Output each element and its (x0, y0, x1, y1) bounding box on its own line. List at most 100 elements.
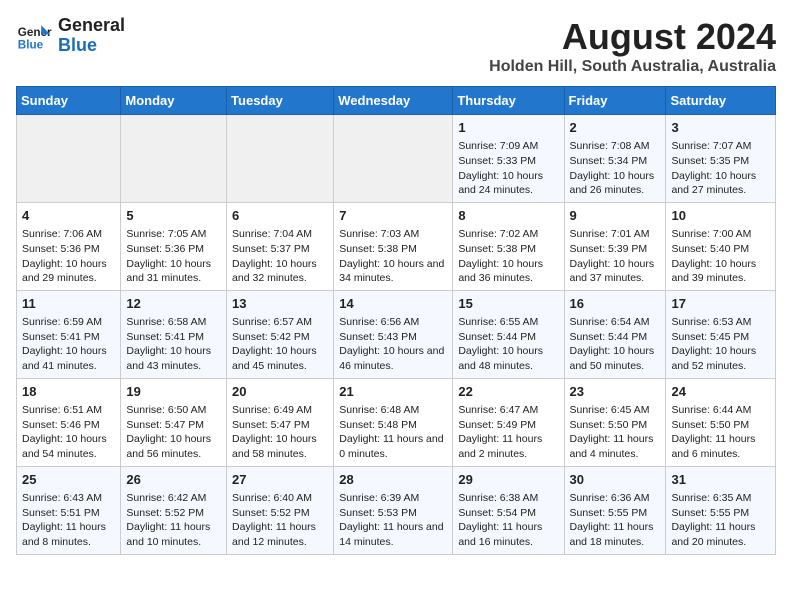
calendar-cell: 16Sunrise: 6:54 AMSunset: 5:44 PMDayligh… (564, 290, 666, 378)
day-number: 31 (671, 471, 770, 489)
header-thursday: Thursday (453, 87, 564, 115)
day-info: Sunrise: 7:09 AMSunset: 5:33 PMDaylight:… (458, 139, 558, 198)
day-number: 11 (22, 295, 115, 313)
day-info: Sunrise: 6:53 AMSunset: 5:45 PMDaylight:… (671, 315, 770, 374)
svg-text:Blue: Blue (18, 38, 44, 51)
calendar-cell: 30 Sunrise: 6:36 AMSunset: 5:55 PMDayligh… (564, 466, 666, 554)
day-info: Sunrise: 6:35 AMSunset: 5:55 PMDaylight:… (671, 491, 770, 550)
calendar-cell: 10 Sunrise: 7:00 AMSunset: 5:40 PMDayligh… (666, 202, 776, 290)
day-number: 21 (339, 383, 447, 401)
calendar-cell: 12Sunrise: 6:58 AMSunset: 5:41 PMDayligh… (121, 290, 227, 378)
calendar-cell: 20Sunrise: 6:49 AMSunset: 5:47 PMDayligh… (227, 378, 334, 466)
day-info: Sunrise: 6:36 AMSunset: 5:55 PMDaylight:… (570, 491, 661, 550)
day-number: 17 (671, 295, 770, 313)
calendar-cell: 22Sunrise: 6:47 AMSunset: 5:49 PMDayligh… (453, 378, 564, 466)
day-number: 3 (671, 119, 770, 137)
day-info: Sunrise: 7:04 AMSunset: 5:37 PMDaylight:… (232, 227, 328, 286)
day-info: Sunrise: 7:01 AMSunset: 5:39 PMDaylight:… (570, 227, 661, 286)
main-title: August 2024 (489, 16, 776, 58)
day-number: 23 (570, 383, 661, 401)
logo-icon: General Blue (16, 18, 52, 54)
day-info: Sunrise: 7:02 AMSunset: 5:38 PMDaylight:… (458, 227, 558, 286)
day-info: Sunrise: 6:39 AMSunset: 5:53 PMDaylight:… (339, 491, 447, 550)
day-info: Sunrise: 6:54 AMSunset: 5:44 PMDaylight:… (570, 315, 661, 374)
calendar-cell: 24 Sunrise: 6:44 AMSunset: 5:50 PMDayligh… (666, 378, 776, 466)
calendar-week-row: 11Sunrise: 6:59 AMSunset: 5:41 PMDayligh… (17, 290, 776, 378)
header-monday: Monday (121, 87, 227, 115)
day-number: 1 (458, 119, 558, 137)
calendar-cell: 17 Sunrise: 6:53 AMSunset: 5:45 PMDayligh… (666, 290, 776, 378)
calendar-cell: 9Sunrise: 7:01 AMSunset: 5:39 PMDaylight… (564, 202, 666, 290)
day-number: 8 (458, 207, 558, 225)
day-info: Sunrise: 6:51 AMSunset: 5:46 PMDaylight:… (22, 403, 115, 462)
calendar-header-row: Sunday Monday Tuesday Wednesday Thursday… (17, 87, 776, 115)
day-info: Sunrise: 7:06 AMSunset: 5:36 PMDaylight:… (22, 227, 115, 286)
day-info: Sunrise: 7:00 AMSunset: 5:40 PMDaylight:… (671, 227, 770, 286)
calendar-week-row: 4 Sunrise: 7:06 AMSunset: 5:36 PMDaylight… (17, 202, 776, 290)
calendar-cell: 5Sunrise: 7:05 AMSunset: 5:36 PMDaylight… (121, 202, 227, 290)
calendar-cell: 1 Sunrise: 7:09 AMSunset: 5:33 PMDaylight… (453, 115, 564, 203)
day-number: 18 (22, 383, 115, 401)
calendar-cell (121, 115, 227, 203)
calendar-cell: 29 Sunrise: 6:38 AMSunset: 5:54 PMDayligh… (453, 466, 564, 554)
calendar-cell: 7 Sunrise: 7:03 AMSunset: 5:38 PMDaylight… (334, 202, 453, 290)
day-number: 10 (671, 207, 770, 225)
day-info: Sunrise: 6:44 AMSunset: 5:50 PMDaylight:… (671, 403, 770, 462)
day-info: Sunrise: 6:58 AMSunset: 5:41 PMDaylight:… (126, 315, 221, 374)
day-number: 19 (126, 383, 221, 401)
day-number: 29 (458, 471, 558, 489)
day-info: Sunrise: 6:40 AMSunset: 5:52 PMDaylight:… (232, 491, 328, 550)
day-number: 6 (232, 207, 328, 225)
day-number: 14 (339, 295, 447, 313)
logo-text: General Blue (58, 16, 125, 56)
day-info: Sunrise: 6:56 AMSunset: 5:43 PMDaylight:… (339, 315, 447, 374)
calendar-cell: 19 Sunrise: 6:50 AMSunset: 5:47 PMDayligh… (121, 378, 227, 466)
calendar-table: Sunday Monday Tuesday Wednesday Thursday… (16, 86, 776, 555)
day-info: Sunrise: 6:47 AMSunset: 5:49 PMDaylight:… (458, 403, 558, 462)
calendar-cell: 27 Sunrise: 6:40 AMSunset: 5:52 PMDayligh… (227, 466, 334, 554)
calendar-cell: 8 Sunrise: 7:02 AMSunset: 5:38 PMDaylight… (453, 202, 564, 290)
header-friday: Friday (564, 87, 666, 115)
header-saturday: Saturday (666, 87, 776, 115)
day-info: Sunrise: 6:45 AMSunset: 5:50 PMDaylight:… (570, 403, 661, 462)
header-tuesday: Tuesday (227, 87, 334, 115)
day-info: Sunrise: 6:50 AMSunset: 5:47 PMDaylight:… (126, 403, 221, 462)
day-number: 15 (458, 295, 558, 313)
day-number: 4 (22, 207, 115, 225)
calendar-cell: 21 Sunrise: 6:48 AMSunset: 5:48 PMDayligh… (334, 378, 453, 466)
day-info: Sunrise: 6:42 AMSunset: 5:52 PMDaylight:… (126, 491, 221, 550)
calendar-week-row: 25 Sunrise: 6:43 AMSunset: 5:51 PMDayligh… (17, 466, 776, 554)
calendar-cell: 4 Sunrise: 7:06 AMSunset: 5:36 PMDaylight… (17, 202, 121, 290)
calendar-cell: 18 Sunrise: 6:51 AMSunset: 5:46 PMDayligh… (17, 378, 121, 466)
day-info: Sunrise: 6:38 AMSunset: 5:54 PMDaylight:… (458, 491, 558, 550)
day-number: 24 (671, 383, 770, 401)
calendar-cell: 11Sunrise: 6:59 AMSunset: 5:41 PMDayligh… (17, 290, 121, 378)
day-number: 7 (339, 207, 447, 225)
calendar-cell: 15 Sunrise: 6:55 AMSunset: 5:44 PMDayligh… (453, 290, 564, 378)
page-header: General Blue General Blue August 2024 Ho… (16, 16, 776, 76)
calendar-cell (334, 115, 453, 203)
day-info: Sunrise: 6:49 AMSunset: 5:47 PMDaylight:… (232, 403, 328, 462)
day-number: 28 (339, 471, 447, 489)
day-info: Sunrise: 6:48 AMSunset: 5:48 PMDaylight:… (339, 403, 447, 462)
calendar-cell: 25 Sunrise: 6:43 AMSunset: 5:51 PMDayligh… (17, 466, 121, 554)
day-number: 25 (22, 471, 115, 489)
day-number: 27 (232, 471, 328, 489)
day-number: 30 (570, 471, 661, 489)
calendar-cell: 14 Sunrise: 6:56 AMSunset: 5:43 PMDayligh… (334, 290, 453, 378)
day-number: 13 (232, 295, 328, 313)
calendar-cell: 31 Sunrise: 6:35 AMSunset: 5:55 PMDayligh… (666, 466, 776, 554)
header-sunday: Sunday (17, 87, 121, 115)
calendar-cell: 28 Sunrise: 6:39 AMSunset: 5:53 PMDayligh… (334, 466, 453, 554)
calendar-cell (17, 115, 121, 203)
day-info: Sunrise: 7:05 AMSunset: 5:36 PMDaylight:… (126, 227, 221, 286)
calendar-cell: 13Sunrise: 6:57 AMSunset: 5:42 PMDayligh… (227, 290, 334, 378)
day-info: Sunrise: 7:08 AMSunset: 5:34 PMDaylight:… (570, 139, 661, 198)
day-info: Sunrise: 6:43 AMSunset: 5:51 PMDaylight:… (22, 491, 115, 550)
sub-title: Holden Hill, South Australia, Australia (489, 58, 776, 76)
day-info: Sunrise: 7:03 AMSunset: 5:38 PMDaylight:… (339, 227, 447, 286)
calendar-cell: 26Sunrise: 6:42 AMSunset: 5:52 PMDayligh… (121, 466, 227, 554)
title-block: August 2024 Holden Hill, South Australia… (489, 16, 776, 76)
day-info: Sunrise: 6:55 AMSunset: 5:44 PMDaylight:… (458, 315, 558, 374)
calendar-cell: 2Sunrise: 7:08 AMSunset: 5:34 PMDaylight… (564, 115, 666, 203)
